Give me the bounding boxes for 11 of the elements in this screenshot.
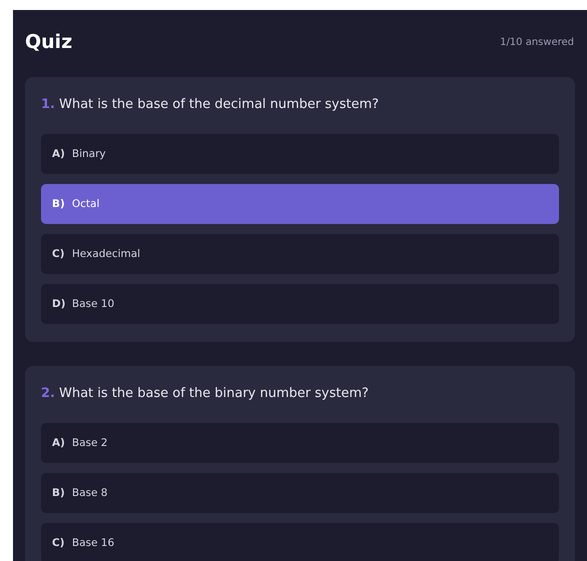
answer-option[interactable]: B) Octal [41, 184, 559, 224]
question-text: 2. What is the base of the binary number system? [41, 385, 370, 403]
answer-option[interactable]: A) Binary [41, 134, 559, 174]
answer-option[interactable]: D) Base 10 [41, 284, 559, 324]
answer-option[interactable]: C) Hexadecimal [41, 234, 559, 274]
answer-option[interactable]: A) Base 2 [41, 423, 559, 463]
quiz-title: Quiz [25, 31, 72, 53]
question-text: 1. What is the base of the decimal number system? [41, 96, 380, 114]
answer-option[interactable]: B) Base 8 [41, 473, 559, 513]
answer-option[interactable]: C) Base 16 [41, 523, 559, 561]
progress-text: 1/10 answered [500, 36, 574, 48]
